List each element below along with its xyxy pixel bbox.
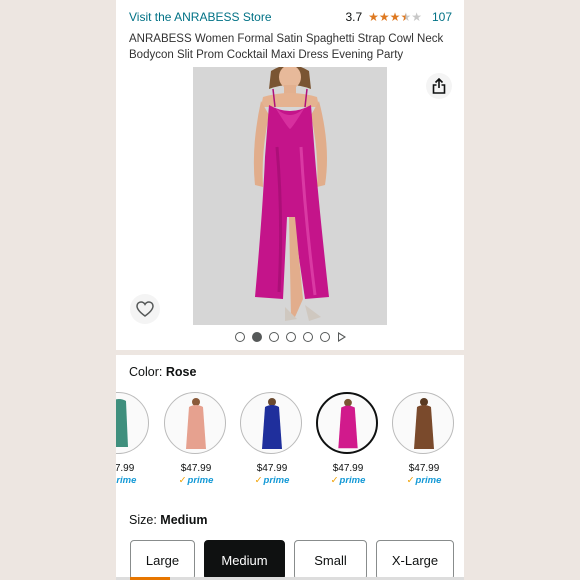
swatch-image bbox=[116, 392, 149, 454]
gallery-dot[interactable] bbox=[302, 332, 313, 342]
prime-badge: ✓prime bbox=[178, 475, 214, 486]
size-label: Size: Medium bbox=[129, 513, 208, 527]
check-icon: ✓ bbox=[178, 475, 187, 486]
check-icon: ✓ bbox=[254, 475, 263, 486]
swatch-price: $47.99 bbox=[256, 463, 288, 474]
rating-summary[interactable]: 3.7 ★ ★ ★ ★ ★ 107 bbox=[345, 10, 452, 24]
check-icon: ✓ bbox=[406, 475, 415, 486]
size-button-small[interactable]: Small bbox=[294, 540, 367, 580]
size-label-text: Size: bbox=[129, 513, 157, 527]
color-label-text: Color: bbox=[129, 365, 163, 379]
color-label: Color: Rose bbox=[129, 365, 196, 379]
share-button[interactable] bbox=[426, 73, 452, 99]
color-swatch-blue[interactable]: $47.99 ✓prime bbox=[240, 392, 304, 486]
wishlist-button[interactable] bbox=[130, 294, 160, 324]
swatch-price: $47.99 bbox=[116, 463, 135, 474]
prime-badge: ✓prime bbox=[330, 475, 366, 486]
share-icon bbox=[432, 78, 446, 94]
swatch-image bbox=[392, 392, 454, 454]
swatch-image bbox=[164, 392, 226, 454]
product-photo[interactable] bbox=[193, 67, 387, 325]
half-star-icon: ★ bbox=[400, 10, 412, 24]
star-icon: ★ bbox=[378, 10, 390, 24]
color-swatch-rose[interactable]: $47.99 ✓prime bbox=[316, 392, 380, 486]
gallery-dot-active[interactable] bbox=[251, 332, 262, 342]
swatch-image bbox=[316, 392, 378, 454]
selected-size: Medium bbox=[160, 513, 208, 527]
product-page: Visit the ANRABESS Store 3.7 ★ ★ ★ ★ ★ 1… bbox=[116, 0, 464, 580]
store-link[interactable]: Visit the ANRABESS Store bbox=[129, 10, 272, 24]
color-swatch-pink[interactable]: $47.99 ✓prime bbox=[164, 392, 228, 486]
star-rating: ★ ★ ★ ★ ★ bbox=[368, 11, 422, 23]
color-swatch-green[interactable]: $47.99 ✓prime bbox=[116, 392, 151, 486]
rating-value: 3.7 bbox=[345, 10, 363, 24]
section-divider bbox=[116, 350, 464, 355]
image-gallery[interactable] bbox=[116, 67, 464, 325]
prime-badge: ✓prime bbox=[254, 475, 290, 486]
dress-photo-graphic bbox=[193, 67, 387, 325]
selected-color: Rose bbox=[165, 365, 197, 379]
gallery-dot[interactable] bbox=[319, 332, 330, 342]
gallery-indicator bbox=[116, 330, 464, 344]
star-icon: ★ bbox=[389, 10, 401, 24]
star-icon: ★ bbox=[368, 10, 379, 24]
swatch-image bbox=[240, 392, 302, 454]
gallery-dot[interactable] bbox=[285, 332, 296, 342]
heart-icon bbox=[136, 301, 154, 317]
swatch-price: $47.99 bbox=[332, 463, 364, 474]
rating-count[interactable]: 107 bbox=[432, 10, 452, 24]
product-title: ANRABESS Women Formal Satin Spaghetti St… bbox=[129, 33, 444, 61]
prime-badge: ✓prime bbox=[116, 475, 137, 486]
color-swatch-brown[interactable]: $47.99 ✓prime bbox=[392, 392, 456, 486]
size-options: Large Medium Small X-Large bbox=[130, 540, 454, 580]
swatch-price: $47.99 bbox=[408, 463, 440, 474]
swatch-price: $47.99 bbox=[180, 463, 212, 474]
check-icon: ✓ bbox=[330, 475, 339, 486]
color-swatches[interactable]: $47.99 ✓prime $47.99 ✓prime $47.99 ✓prim… bbox=[116, 392, 464, 492]
prime-badge: ✓prime bbox=[406, 475, 442, 486]
gallery-dot[interactable] bbox=[268, 332, 279, 342]
size-button-medium[interactable]: Medium bbox=[204, 540, 285, 580]
size-button-large[interactable]: Large bbox=[130, 540, 195, 580]
video-play-icon[interactable] bbox=[337, 332, 346, 342]
empty-star-icon: ★ bbox=[411, 10, 422, 24]
size-button-x-large[interactable]: X-Large bbox=[376, 540, 454, 580]
store-row: Visit the ANRABESS Store 3.7 ★ ★ ★ ★ ★ 1… bbox=[129, 8, 452, 26]
gallery-dot[interactable] bbox=[234, 332, 245, 342]
